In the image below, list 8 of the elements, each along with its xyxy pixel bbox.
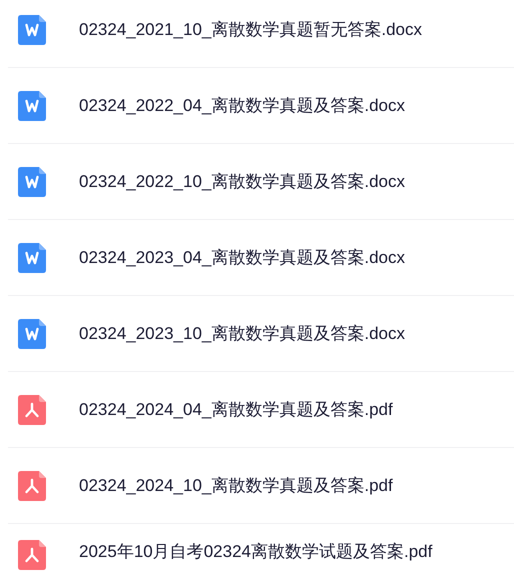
- file-name[interactable]: 02324_2023_04_离散数学真题及答案.docx: [79, 246, 405, 269]
- file-name[interactable]: 02324_2023_10_离散数学真题及答案.docx: [79, 322, 405, 345]
- file-name[interactable]: 02324_2022_04_离散数学真题及答案.docx: [79, 94, 405, 117]
- file-name[interactable]: 02324_2022_10_离散数学真题及答案.docx: [79, 170, 405, 193]
- file-name[interactable]: 2025年10月自考02324离散数学试题及答案.pdf: [79, 540, 432, 563]
- file-name[interactable]: 02324_2024_04_离散数学真题及答案.pdf: [79, 398, 393, 421]
- file-name[interactable]: 02324_2024_10_离散数学真题及答案.pdf: [79, 474, 393, 497]
- file-name[interactable]: 02324_2021_10_离散数学真题暂无答案.docx: [79, 18, 422, 41]
